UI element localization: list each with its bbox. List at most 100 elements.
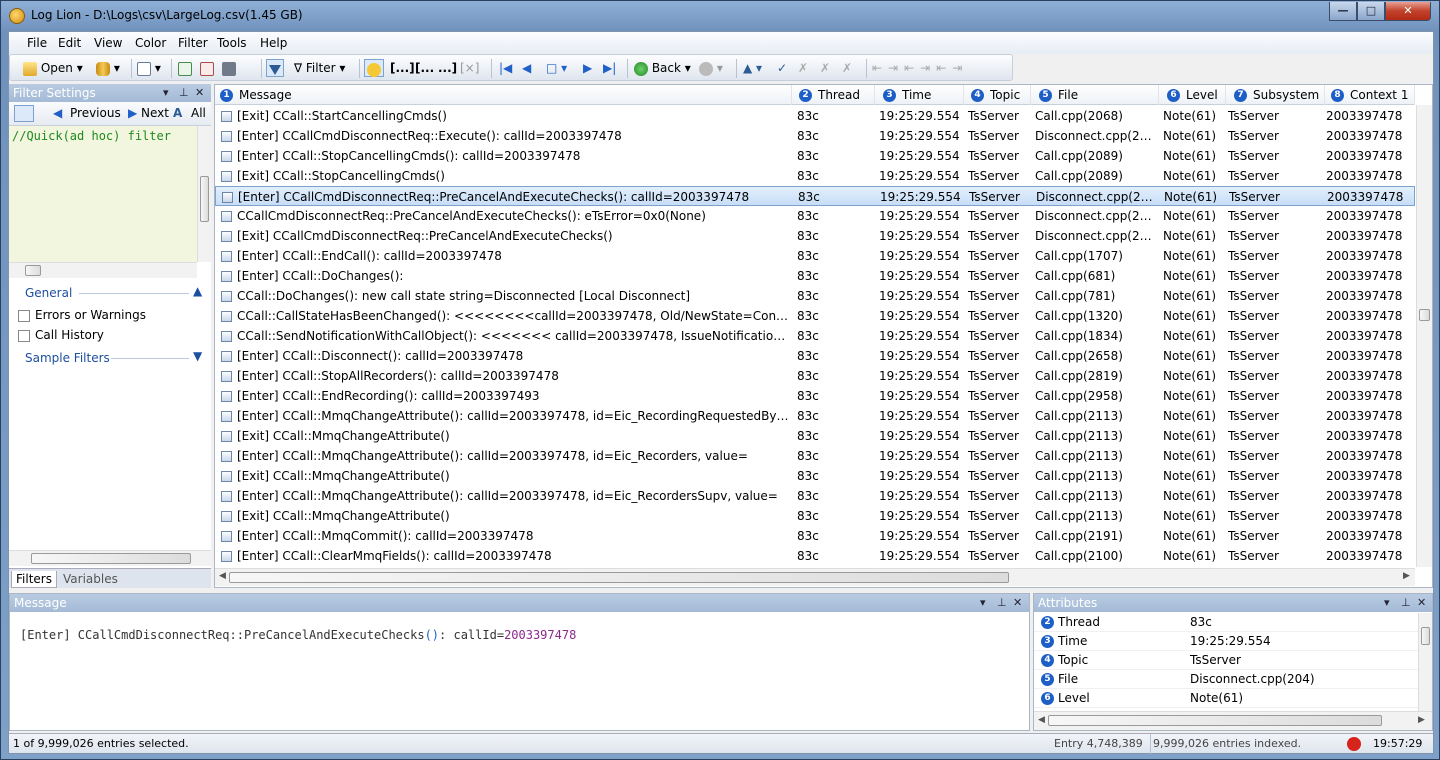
database-button[interactable]: ▾ xyxy=(96,59,120,77)
sample-filters-group-header[interactable]: Sample Filters xyxy=(25,351,110,365)
minimize-button[interactable]: — xyxy=(1329,2,1357,21)
attribute-row[interactable]: 6 Level Note(61) xyxy=(1034,689,1418,708)
table-row[interactable]: [Enter] CCall::StopAllRecorders(): callI… xyxy=(215,366,1415,386)
first-button[interactable]: |◀ xyxy=(499,59,512,77)
attributes-vscroll[interactable] xyxy=(1418,613,1432,711)
column-message[interactable]: 1 Message xyxy=(215,85,792,105)
find-all-button[interactable]: All xyxy=(191,106,206,120)
attribute-row[interactable]: 2 Thread 83c xyxy=(1034,613,1418,632)
attributes-hscroll[interactable]: ◀ ▶ xyxy=(1034,711,1432,730)
filter-editor[interactable]: //Quick(ad hoc) filter xyxy=(9,126,197,262)
column-topic[interactable]: 4 Topic xyxy=(964,85,1031,105)
table-row[interactable]: [Exit] CCall::StopCancellingCmds() 83c 19:… xyxy=(215,166,1415,186)
table-row[interactable]: [Enter] CCall::EndRecording(): callId=20… xyxy=(215,386,1415,406)
refresh-button[interactable] xyxy=(178,59,192,77)
close-button[interactable]: ✕ xyxy=(1385,2,1431,21)
reload-button[interactable] xyxy=(200,59,214,77)
attribute-row[interactable]: 5 File Disconnect.cpp(204) xyxy=(1034,670,1418,689)
column-file[interactable]: 5 File xyxy=(1031,85,1159,105)
grid-hscroll[interactable]: ◀ ▶ xyxy=(215,568,1415,586)
checkbox[interactable] xyxy=(18,329,30,342)
marker-button-4[interactable]: ✗ xyxy=(842,59,852,77)
table-row[interactable]: [Exit] CCall::StartCancellingCmds() 83c 19… xyxy=(215,106,1415,126)
expand-icon[interactable]: ▼ xyxy=(193,349,202,363)
checkbox[interactable] xyxy=(18,309,30,322)
marker-button-3[interactable]: ✗ xyxy=(820,59,830,77)
column-thread[interactable]: 2 Thread xyxy=(792,85,875,105)
last-button[interactable]: ▶| xyxy=(603,59,616,77)
save-button[interactable] xyxy=(222,59,236,77)
forward-button[interactable]: ▾ xyxy=(699,59,723,77)
menu-color[interactable]: Color xyxy=(135,36,166,50)
panel-menu-icon[interactable]: ▾ xyxy=(1384,594,1390,612)
goto-button[interactable]: □ ▾ xyxy=(546,59,567,77)
panel-close-icon[interactable]: ✕ xyxy=(195,84,204,102)
next-button[interactable]: ▶ xyxy=(583,59,592,77)
filter-groups-hscroll[interactable] xyxy=(9,550,211,566)
panel-close-icon[interactable]: ✕ xyxy=(1013,594,1022,612)
menu-file[interactable]: File xyxy=(27,36,47,50)
pin-icon[interactable]: ⊥ xyxy=(1401,594,1411,612)
pin-icon[interactable]: ⊥ xyxy=(179,84,189,102)
table-row[interactable]: [Exit] CCallCmdDisconnectReq::PreCancelA… xyxy=(215,226,1415,246)
back-button[interactable]: Back ▾ xyxy=(634,59,691,77)
menu-filter[interactable]: Filter xyxy=(178,36,208,50)
menu-help[interactable]: Help xyxy=(260,36,287,50)
smiley-button[interactable] xyxy=(364,59,384,77)
table-row[interactable]: [Exit] CCall::MmqChangeAttribute() 83c 19:… xyxy=(215,426,1415,446)
tab-variables[interactable]: Variables xyxy=(59,571,122,588)
menu-tools[interactable]: Tools xyxy=(217,36,247,50)
highlight-button[interactable]: ▲ ▾ xyxy=(743,59,762,77)
marker-button-2[interactable]: ✗ xyxy=(798,59,808,77)
table-row[interactable]: [Enter] CCall::DoChanges(): 83c 19:25:29.5… xyxy=(215,266,1415,286)
panel-menu-icon[interactable]: ▾ xyxy=(980,594,986,612)
filter-editor-hscroll[interactable] xyxy=(9,262,197,278)
table-row[interactable]: [Enter] CCall::MmqCommit(): callId=20033… xyxy=(215,526,1415,546)
copy-button[interactable]: ▾ xyxy=(137,59,161,77)
table-row[interactable]: [Enter] CCall::EndCall(): callId=2003397… xyxy=(215,246,1415,266)
menu-view[interactable]: View xyxy=(94,36,122,50)
column-time[interactable]: 3 Time xyxy=(875,85,964,105)
table-row[interactable]: [Enter] CCall::MmqChangeAttribute(): cal… xyxy=(215,446,1415,466)
filter-editor-vscroll[interactable] xyxy=(197,126,211,262)
table-row[interactable]: CCall::DoChanges(): new call state strin… xyxy=(215,286,1415,306)
table-row[interactable]: [Enter] CCallCmdDisconnectReq::Execute()… xyxy=(215,126,1415,146)
attribute-row[interactable]: 4 Topic TsServer xyxy=(1034,651,1418,670)
errors-or-warnings-filter[interactable]: Errors or Warnings xyxy=(18,308,146,322)
table-row[interactable]: [Enter] CCall::MmqChangeAttribute(): cal… xyxy=(215,406,1415,426)
table-row[interactable]: [Enter] CCall::Disconnect(): callId=2003… xyxy=(215,346,1415,366)
bracket-button-2[interactable]: [... xyxy=(415,59,434,77)
collapse-icon[interactable]: ▲ xyxy=(193,284,202,298)
panel-menu-icon[interactable]: ▾ xyxy=(163,84,169,102)
attribute-row[interactable]: 3 Time 19:25:29.554 xyxy=(1034,632,1418,651)
table-row[interactable]: [Enter] CCallCmdDisconnectReq::PreCancel… xyxy=(215,186,1415,206)
table-row[interactable]: [Exit] CCall::MmqChangeAttribute() 83c 19:… xyxy=(215,466,1415,486)
prev-button[interactable]: ◀ xyxy=(522,59,531,77)
bracket-clear-button[interactable]: [×] xyxy=(460,59,479,77)
table-row[interactable]: [Enter] CCall::ClearMmqFields(): callId=… xyxy=(215,546,1415,566)
bracket-button-1[interactable]: [...] xyxy=(390,59,415,77)
bookmark-buttons[interactable]: ⇤⇥⇤⇥⇤⇥ xyxy=(872,59,968,77)
bracket-button-3[interactable]: ...] xyxy=(438,59,457,77)
next-link[interactable]: Next xyxy=(141,106,169,120)
table-row[interactable]: CCallCmdDisconnectReq::PreCancelAndExecu… xyxy=(215,206,1415,226)
marker-button[interactable]: ✓ xyxy=(777,59,787,77)
panel-close-icon[interactable]: ✕ xyxy=(1417,594,1426,612)
call-history-filter[interactable]: Call History xyxy=(18,328,104,342)
menu-edit[interactable]: Edit xyxy=(58,36,81,50)
filter-button[interactable]: ∇ Filter ▾ xyxy=(294,59,345,77)
table-row[interactable]: [Enter] CCall::StopCancellingCmds(): cal… xyxy=(215,146,1415,166)
column-level[interactable]: 6 Level xyxy=(1159,85,1226,105)
table-row[interactable]: [Exit] CCall::MmqChangeAttribute() 83c 19:… xyxy=(215,506,1415,526)
table-row[interactable]: CCall::CallStateHasBeenChanged(): <<<<<<… xyxy=(215,306,1415,326)
filter-edit-icon[interactable] xyxy=(14,105,34,122)
tab-filters[interactable]: Filters xyxy=(11,571,57,588)
table-row[interactable]: [Enter] CCall::MmqChangeAttribute(): cal… xyxy=(215,486,1415,506)
column-subsystem[interactable]: 7 Subsystem xyxy=(1226,85,1325,105)
message-text[interactable]: [Enter] CCallCmdDisconnectReq::PreCancel… xyxy=(20,628,576,642)
open-button[interactable]: Open ▾ xyxy=(23,59,83,77)
general-group-header[interactable]: General xyxy=(25,286,72,300)
filter-toggle-button[interactable] xyxy=(266,59,284,77)
table-row[interactable]: CCall::SendNotificationWithCallObject():… xyxy=(215,326,1415,346)
column-context-1[interactable]: 8 Context 1 xyxy=(1325,85,1415,105)
